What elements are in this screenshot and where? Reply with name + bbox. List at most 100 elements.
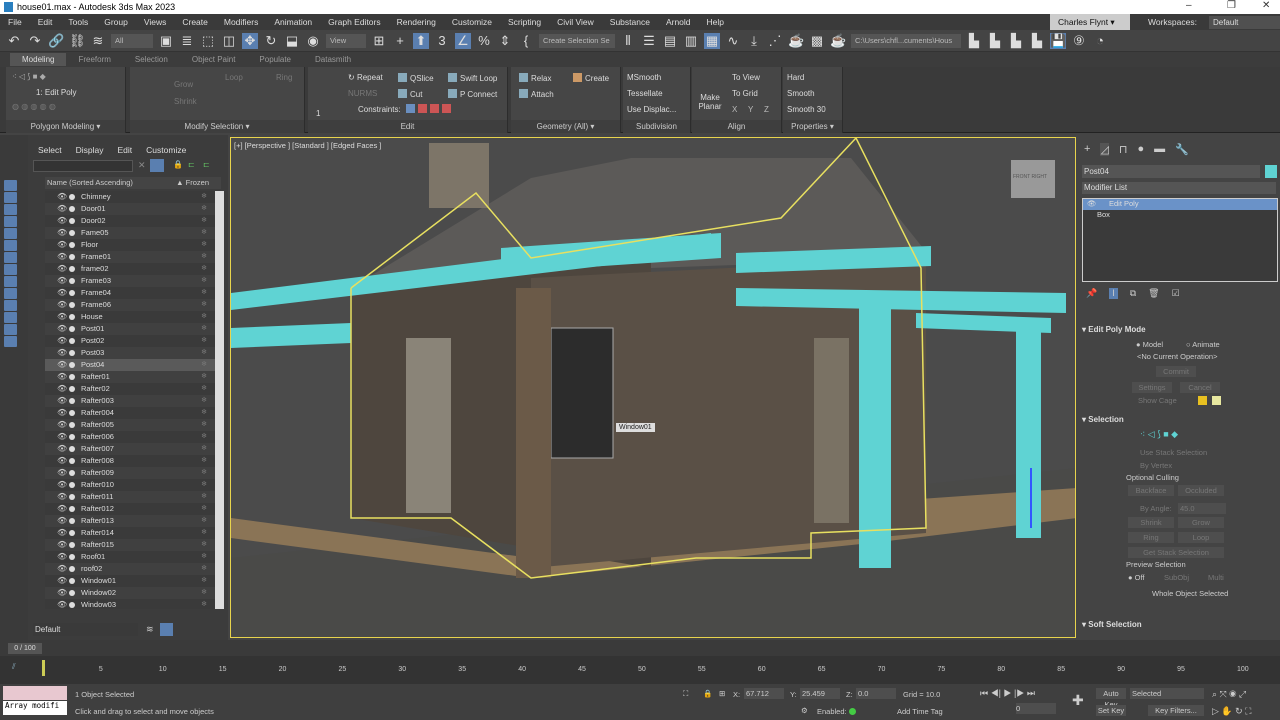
freeze-icon[interactable]: ❄ — [201, 335, 207, 347]
explorer-filter-icon[interactable] — [4, 204, 17, 215]
explorer-filter-icon[interactable] — [4, 336, 17, 347]
freeze-icon[interactable]: ❄ — [201, 191, 207, 203]
render-toggle-icon[interactable] — [69, 266, 75, 272]
material-editor-icon[interactable]: ☕ — [788, 33, 804, 49]
shrink-button[interactable]: Shrink — [174, 97, 197, 106]
msmooth-button[interactable]: MSmooth — [627, 73, 661, 82]
freeze-icon[interactable]: ❄ — [201, 419, 207, 431]
cut-button[interactable]: Cut — [398, 89, 422, 99]
visibility-icon[interactable]: 👁 — [57, 575, 67, 587]
visibility-icon[interactable]: 👁 — [57, 239, 67, 251]
relax-button[interactable]: Relax — [519, 73, 551, 83]
loop-button[interactable]: Loop — [1178, 532, 1224, 543]
make-planar-button[interactable]: Make Planar — [696, 93, 724, 111]
explorer-item[interactable]: 👁 Rafter005 ❄ — [45, 419, 215, 431]
align-z-button[interactable]: Z — [764, 105, 769, 114]
column-name[interactable]: Name (Sorted Ascending) — [47, 178, 133, 187]
explorer-item[interactable]: 👁 Frame06 ❄ — [45, 299, 215, 311]
percent-snap-icon[interactable]: % — [476, 33, 492, 49]
playback-controls[interactable]: ⏮ ◀| ▶ |▶ ⏭ — [980, 688, 1035, 699]
curve-editor-icon[interactable]: ∿ — [725, 33, 741, 49]
ring-button[interactable]: Ring — [1128, 532, 1174, 543]
render-toggle-icon[interactable] — [69, 302, 75, 308]
x-coordinate[interactable]: 67.712 — [744, 688, 784, 699]
edit-named-sets-icon[interactable]: { — [518, 33, 534, 49]
ribbon-tab-modeling[interactable]: Modeling — [10, 53, 67, 66]
cancel-button[interactable]: Cancel — [1180, 382, 1220, 393]
render-toggle-icon[interactable] — [69, 386, 75, 392]
key-mode-dropdown[interactable]: Selected — [1130, 688, 1204, 699]
render-toggle-icon[interactable] — [69, 230, 75, 236]
render-toggle-icon[interactable] — [69, 578, 75, 584]
get-stack-selection-button[interactable]: Get Stack Selection — [1128, 547, 1224, 558]
freeze-icon[interactable]: ❄ — [201, 539, 207, 551]
render-toggle-icon[interactable] — [69, 506, 75, 512]
freeze-icon[interactable]: ❄ — [201, 347, 207, 359]
render-toggle-icon[interactable] — [69, 602, 75, 608]
modify-tab-icon[interactable]: ◿ — [1100, 143, 1109, 156]
render-toggle-icon[interactable] — [69, 422, 75, 428]
render-toggle-icon[interactable] — [69, 290, 75, 296]
explorer-filter-icon[interactable] — [4, 192, 17, 203]
freeze-icon[interactable]: ❄ — [201, 395, 207, 407]
open-project-icon[interactable]: ▙ — [987, 33, 1003, 49]
render-toggle-icon[interactable] — [69, 398, 75, 404]
user-account-button[interactable]: Charles Flynt ▾ — [1050, 14, 1130, 30]
explorer-filter-icon[interactable] — [4, 216, 17, 227]
explorer-item[interactable]: 👁 Window01 ❄ — [45, 575, 215, 587]
freeze-icon[interactable]: ❄ — [201, 227, 207, 239]
explorer-scrollbar[interactable] — [215, 191, 224, 609]
rollout-title[interactable]: ▾ Selection — [1082, 415, 1272, 424]
menu-file[interactable]: File — [0, 17, 30, 27]
group-label[interactable]: Polygon Modeling ▾ — [6, 120, 125, 133]
current-frame-marker[interactable] — [42, 660, 45, 676]
explorer-filter-icon[interactable] — [4, 324, 17, 335]
spin-value[interactable]: 1 — [316, 109, 320, 118]
menu-civil-view[interactable]: Civil View — [549, 17, 602, 27]
preview-multi-radio[interactable]: Multi — [1208, 573, 1224, 582]
create-button[interactable]: Create — [573, 73, 609, 83]
visibility-icon[interactable]: 👁 — [57, 371, 67, 383]
render-toggle-icon[interactable] — [69, 554, 75, 560]
render-toggle-icon[interactable] — [69, 482, 75, 488]
backface-button[interactable]: Backface — [1128, 485, 1174, 496]
current-frame-field[interactable]: 0 — [1016, 703, 1056, 714]
visibility-icon[interactable]: 👁 — [57, 515, 67, 527]
viewport-nav-icons-2[interactable]: ▷ ✋ ↻ ⛶ — [1212, 706, 1251, 717]
explorer-item[interactable]: 👁 Post04 ❄ — [45, 359, 215, 371]
freeze-icon[interactable]: ❄ — [201, 527, 207, 539]
explorer-item[interactable]: 👁 Frame01 ❄ — [45, 251, 215, 263]
explorer-item[interactable]: 👁 Rafter003 ❄ — [45, 395, 215, 407]
ribbon-tab-selection[interactable]: Selection — [123, 55, 180, 64]
render-toggle-icon[interactable] — [69, 338, 75, 344]
freeze-icon[interactable]: ❄ — [201, 251, 207, 263]
nurms-button[interactable]: NURMS — [348, 89, 377, 98]
clear-search-icon[interactable]: ✕ — [138, 160, 146, 171]
freeze-icon[interactable]: ❄ — [201, 371, 207, 383]
grow-button[interactable]: Grow — [174, 80, 193, 89]
viewport-label[interactable]: [+] [Perspective ] [Standard ] [Edged Fa… — [234, 141, 381, 150]
render-toggle-icon[interactable] — [69, 218, 75, 224]
freeze-icon[interactable]: ❄ — [201, 431, 207, 443]
freeze-icon[interactable]: ❄ — [201, 215, 207, 227]
layer-explorer-icon[interactable] — [160, 623, 173, 636]
stack-level[interactable]: 1: Edit Poly — [36, 88, 76, 97]
group-label[interactable]: Geometry (All) ▾ — [511, 120, 620, 133]
remove-modifier-icon[interactable]: 🗑 — [1148, 288, 1159, 299]
explorer-item[interactable]: 👁 Rafter02 ❄ — [45, 383, 215, 395]
render-icon[interactable]: ☕ — [830, 33, 846, 49]
explorer-filter-icon[interactable] — [4, 264, 17, 275]
freeze-icon[interactable]: ❄ — [201, 443, 207, 455]
preview-off-radio[interactable]: ● Off — [1128, 573, 1145, 582]
named-selection-dropdown[interactable]: Create Selection Se — [539, 33, 615, 48]
explorer-item[interactable]: 👁 Fame05 ❄ — [45, 227, 215, 239]
freeze-icon[interactable]: ❄ — [201, 467, 207, 479]
render-toggle-icon[interactable] — [69, 242, 75, 248]
animate-radio[interactable]: ○ Animate — [1186, 340, 1220, 349]
render-toggle-icon[interactable] — [69, 434, 75, 440]
visibility-icon[interactable]: 👁 — [57, 419, 67, 431]
explorer-item[interactable]: 👁 Roof01 ❄ — [45, 551, 215, 563]
visibility-icon[interactable]: 👁 — [57, 203, 67, 215]
attach-button[interactable]: Attach — [519, 89, 554, 99]
freeze-icon[interactable]: ❄ — [201, 299, 207, 311]
